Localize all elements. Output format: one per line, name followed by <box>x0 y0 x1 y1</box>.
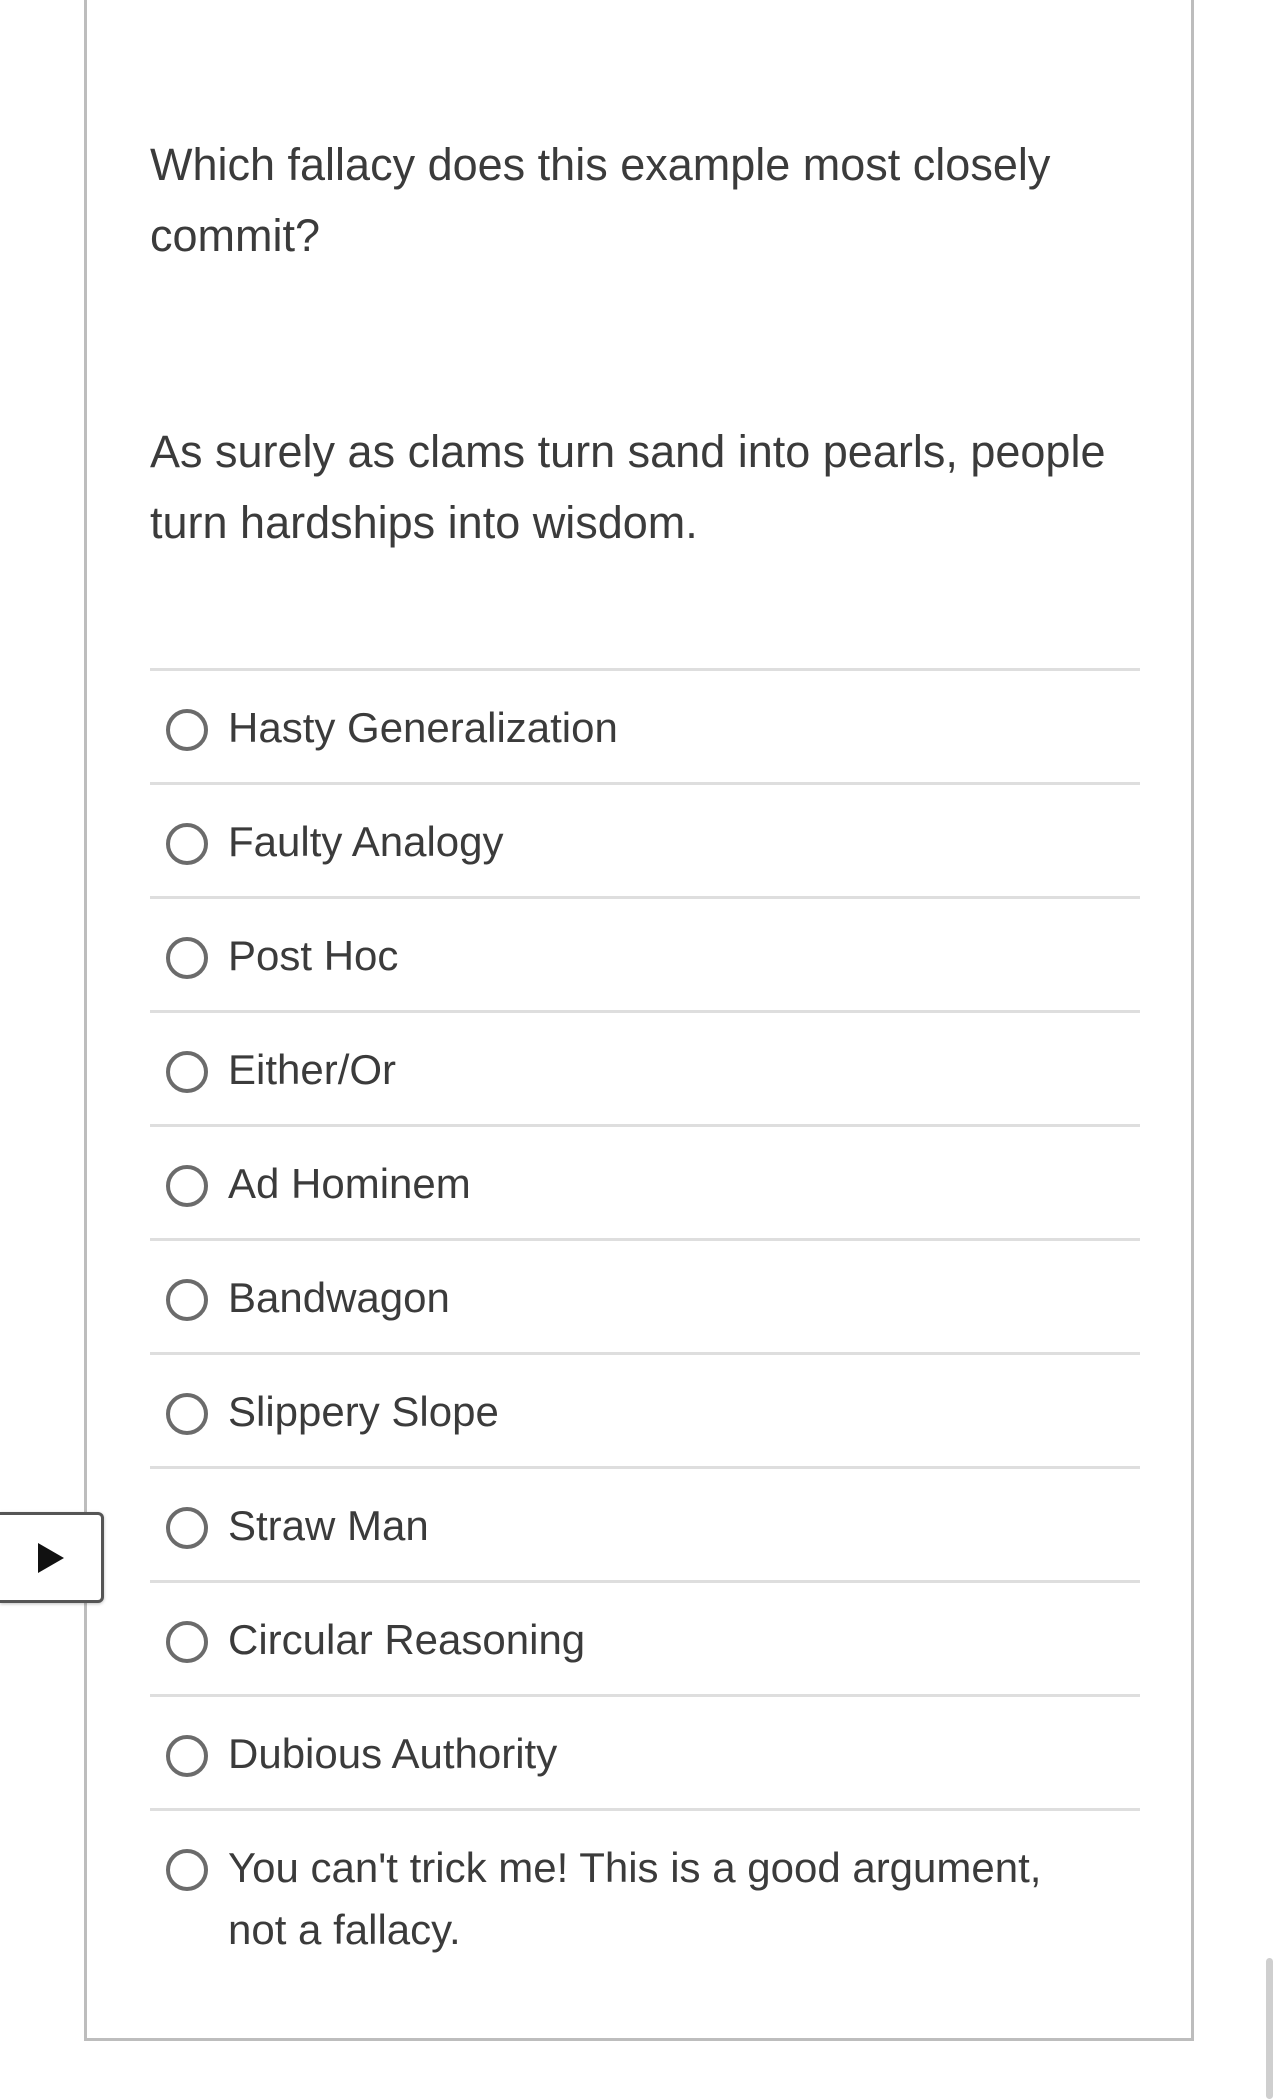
answer-label: Straw Man <box>228 1502 429 1549</box>
radio-button[interactable] <box>166 1051 208 1093</box>
answer-option[interactable]: Dubious Authority <box>150 1697 1140 1811</box>
answer-label: Post Hoc <box>228 932 399 979</box>
radio-button[interactable] <box>166 1165 208 1207</box>
radio-button[interactable] <box>166 709 208 751</box>
answer-option[interactable]: You can't trick me! This is a good argum… <box>150 1811 1140 1954</box>
side-panel-toggle-button[interactable] <box>0 1512 104 1603</box>
radio-button[interactable] <box>166 1279 208 1321</box>
answer-option[interactable]: Straw Man <box>150 1469 1140 1583</box>
answer-list: Hasty Generalization Faulty Analogy Post… <box>150 668 1140 1954</box>
radio-button[interactable] <box>166 1849 208 1891</box>
answer-label: Dubious Authority <box>228 1730 558 1777</box>
radio-button[interactable] <box>166 1735 208 1777</box>
answer-option[interactable]: Circular Reasoning <box>150 1583 1140 1697</box>
answer-label: Circular Reasoning <box>228 1616 586 1663</box>
answer-option[interactable]: Bandwagon <box>150 1241 1140 1355</box>
radio-button[interactable] <box>166 1507 208 1549</box>
answer-label: Slippery Slope <box>228 1388 499 1435</box>
answer-option[interactable]: Faulty Analogy <box>150 785 1140 899</box>
answer-option[interactable]: Either/Or <box>150 1013 1140 1127</box>
radio-button[interactable] <box>166 823 208 865</box>
answer-label: Ad Hominem <box>228 1160 471 1207</box>
answer-label: Hasty Generalization <box>228 704 618 751</box>
question-prompt: Which fallacy does this example most clo… <box>150 139 1051 261</box>
play-triangle-icon <box>36 1542 66 1574</box>
radio-button[interactable] <box>166 937 208 979</box>
quiz-question-card: Which fallacy does this example most clo… <box>84 0 1194 2041</box>
answer-label: Either/Or <box>228 1046 397 1093</box>
answer-option[interactable]: Post Hoc <box>150 899 1140 1013</box>
answer-label: Bandwagon <box>228 1274 450 1321</box>
question-example: As surely as clams turn sand into pearls… <box>150 426 1106 548</box>
answer-option[interactable]: Slippery Slope <box>150 1355 1140 1469</box>
answer-label: Faulty Analogy <box>228 818 504 865</box>
answer-option[interactable]: Ad Hominem <box>150 1127 1140 1241</box>
radio-button[interactable] <box>166 1393 208 1435</box>
answer-label: You can't trick me! This is a good argum… <box>228 1844 1042 1953</box>
answer-option[interactable]: Hasty Generalization <box>150 671 1140 785</box>
radio-button[interactable] <box>166 1621 208 1663</box>
scrollbar-thumb[interactable] <box>1266 1958 1273 2099</box>
